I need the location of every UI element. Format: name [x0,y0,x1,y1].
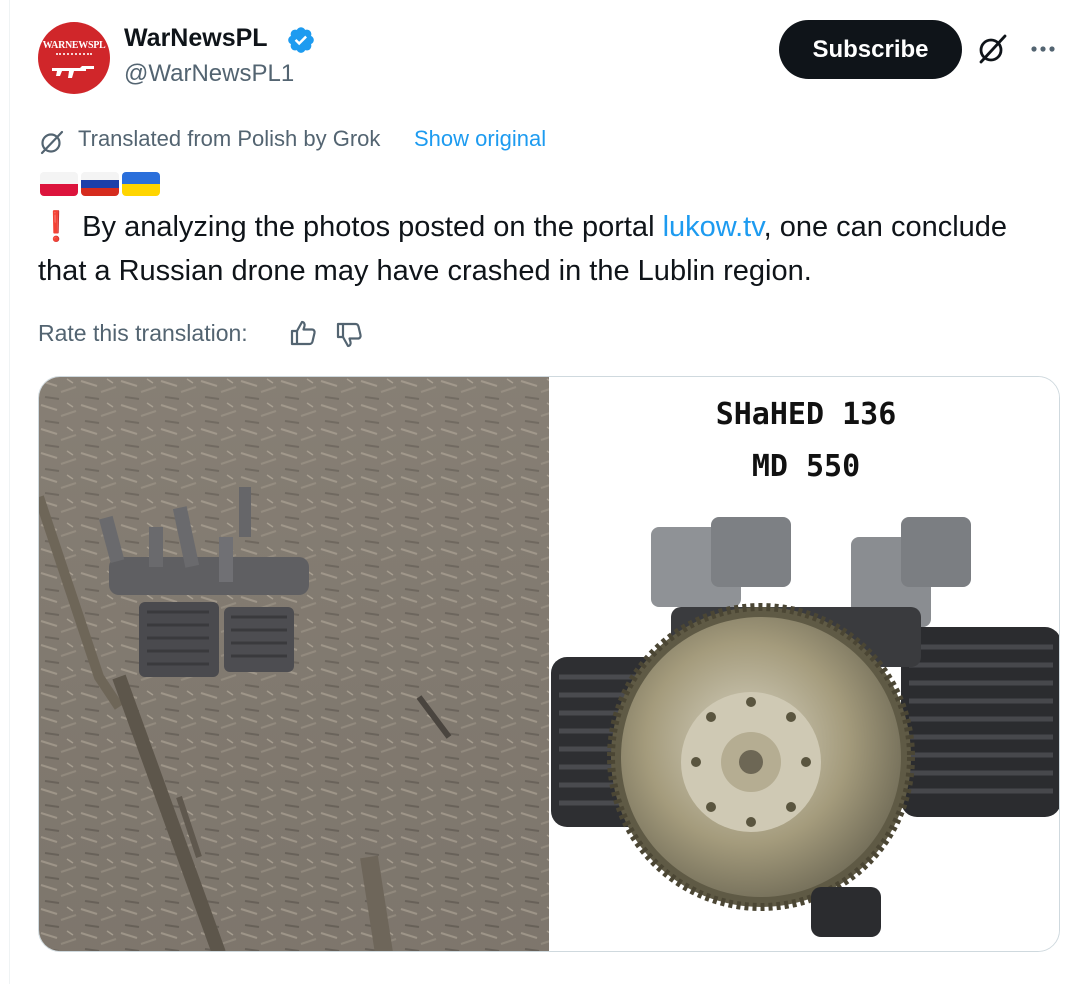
tweet-text-part-1: By analyzing the photos posted on the po… [74,211,663,243]
avatar-logo-text: WARNEWSPL [42,40,106,51]
flag-russia-icon [81,172,119,196]
show-original-link[interactable]: Show original [414,126,546,152]
exclamation-icon: ❗ [38,211,75,243]
engine-caption-line-1: SHaHED 136 [715,397,897,432]
user-handle[interactable]: @WarNewsPL1 [124,60,294,88]
translation-notice: Translated from Polish by Grok [78,126,381,151]
engine-caption-line-2: MD 550 [751,449,861,484]
thumb-up-icon[interactable] [288,318,318,348]
tweet-link[interactable]: lukow.tv [663,211,764,243]
subscribe-button[interactable]: Subscribe [779,20,962,79]
verified-badge-icon[interactable] [286,25,316,55]
flag-poland-icon [40,172,78,196]
rate-translation-label: Rate this translation: [38,320,248,346]
engine-photo[interactable]: SHaHED 136 MD 550 [551,377,1059,951]
engine-illustration [551,517,1059,937]
grok-translate-icon [40,130,64,155]
display-name[interactable]: WarNewsPL [124,24,268,53]
rifle-icon [52,66,94,78]
more-options-icon[interactable] [1028,34,1058,64]
avatar[interactable]: WARNEWSPL [38,22,110,94]
flag-ukraine-icon [122,172,160,196]
column-border [9,0,10,984]
media-grid[interactable]: SHaHED 136 MD 550 [38,376,1060,952]
tweet-text: ❗ By analyzing the photos posted on the … [38,205,1048,293]
drone-crash-photo[interactable] [39,377,549,952]
avatar-logo-dots [56,53,92,55]
thumb-down-icon[interactable] [334,320,364,350]
grok-icon[interactable] [976,32,1010,66]
